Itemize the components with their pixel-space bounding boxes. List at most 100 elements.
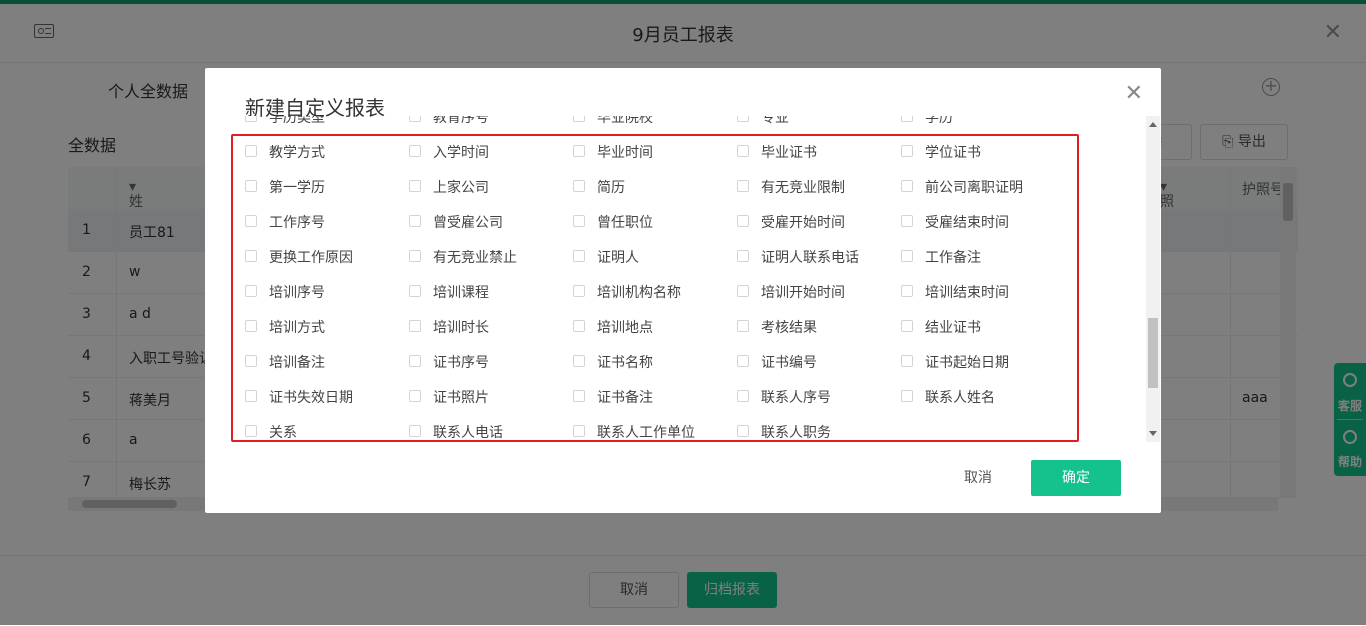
checkbox[interactable] [737, 320, 749, 332]
checkbox[interactable] [901, 145, 913, 157]
checkbox[interactable] [245, 285, 257, 297]
checkbox[interactable] [737, 145, 749, 157]
checkbox[interactable] [245, 320, 257, 332]
checkbox[interactable] [901, 320, 913, 332]
checkbox-label: 工作序号 [269, 215, 325, 231]
checkbox[interactable] [573, 116, 585, 122]
checkbox[interactable] [409, 355, 421, 367]
dialog-cancel-button[interactable]: 取消 [945, 460, 1011, 496]
dialog-confirm-button[interactable]: 确定 [1031, 460, 1121, 496]
checkbox[interactable] [573, 390, 585, 402]
checkbox[interactable] [245, 180, 257, 192]
checkbox[interactable] [737, 390, 749, 402]
checkbox[interactable] [245, 390, 257, 402]
checkbox-label: 联系人电话 [433, 425, 503, 441]
checkbox-label: 更换工作原因 [269, 250, 353, 266]
checkbox-label: 联系人工作单位 [597, 425, 695, 441]
checkbox[interactable] [245, 250, 257, 262]
checkbox-label: 教学方式 [269, 145, 325, 161]
checkbox[interactable] [901, 355, 913, 367]
field-row: 更换工作原因 有无竞业禁止 证明人 证明人联系电话 工作备注 [235, 241, 1145, 276]
checkbox[interactable] [245, 355, 257, 367]
checkbox[interactable] [245, 145, 257, 157]
checkbox[interactable] [901, 285, 913, 297]
checkbox-label: 学历 [925, 116, 953, 126]
checkbox[interactable] [573, 285, 585, 297]
checkbox[interactable] [737, 355, 749, 367]
checkbox[interactable] [737, 116, 749, 122]
checkbox-label: 毕业时间 [597, 145, 653, 161]
checkbox-label: 关系 [269, 425, 297, 441]
checkbox-label: 结业证书 [925, 320, 981, 336]
checkbox[interactable] [573, 145, 585, 157]
checkbox[interactable] [245, 116, 257, 122]
field-row: 培训方式 培训时长 培训地点 考核结果 结业证书 [235, 311, 1145, 346]
checkbox[interactable] [901, 180, 913, 192]
checkbox-label: 培训备注 [269, 355, 325, 371]
scroll-down-arrow-icon[interactable] [1149, 431, 1157, 436]
field-row: 学历类型 教育序号 毕业院校 专业 学历 [235, 116, 1145, 136]
field-row: 关系 联系人电话 联系人工作单位 联系人职务 [235, 416, 1145, 442]
checkbox[interactable] [245, 215, 257, 227]
checkbox[interactable] [737, 285, 749, 297]
checkbox[interactable] [409, 390, 421, 402]
checkbox-label: 培训方式 [269, 320, 325, 336]
field-row: 培训序号 培训课程 培训机构名称 培训开始时间 培训结束时间 [235, 276, 1145, 311]
checkbox[interactable] [573, 355, 585, 367]
checkbox-label: 前公司离职证明 [925, 180, 1023, 196]
checkbox[interactable] [409, 320, 421, 332]
checkbox-label: 考核结果 [761, 320, 817, 336]
scroll-up-arrow-icon[interactable] [1149, 122, 1157, 127]
checkbox[interactable] [901, 390, 913, 402]
checkbox-label: 毕业证书 [761, 145, 817, 161]
checkbox-label: 入学时间 [433, 145, 489, 161]
checkbox-label: 证书编号 [761, 355, 817, 371]
checkbox-label: 证书失效日期 [269, 390, 353, 406]
scrollbar-thumb[interactable] [1148, 318, 1158, 388]
field-row: 培训备注 证书序号 证书名称 证书编号 证书起始日期 [235, 346, 1145, 381]
checkbox-label: 培训地点 [597, 320, 653, 336]
checkbox[interactable] [409, 425, 421, 437]
checkbox[interactable] [409, 116, 421, 122]
checkbox[interactable] [409, 250, 421, 262]
checkbox[interactable] [737, 215, 749, 227]
checkbox[interactable] [573, 250, 585, 262]
custom-report-dialog: 新建自定义报表 ✕ 学历类型 教育序号 毕业院校 专业 学历 教学方式 入学时间 毕业时间 毕业… [205, 68, 1161, 513]
checkbox-label: 证书备注 [597, 390, 653, 406]
checkbox[interactable] [409, 145, 421, 157]
checkbox-label: 证书起始日期 [925, 355, 1009, 371]
checkbox-label: 受雇结束时间 [925, 215, 1009, 231]
checkbox[interactable] [737, 180, 749, 192]
checkbox-label: 专业 [761, 116, 789, 126]
checkbox[interactable] [737, 250, 749, 262]
checkbox[interactable] [573, 425, 585, 437]
checkbox-label: 联系人序号 [761, 390, 831, 406]
checkbox-label: 教育序号 [433, 116, 489, 126]
checkbox[interactable] [409, 180, 421, 192]
checkbox-label: 学位证书 [925, 145, 981, 161]
checkbox-label: 曾受雇公司 [433, 215, 503, 231]
field-checkbox-list: 学历类型 教育序号 毕业院校 专业 学历 教学方式 入学时间 毕业时间 毕业证书 学位证书 第一学历… [235, 116, 1145, 442]
checkbox-label: 有无竞业禁止 [433, 250, 517, 266]
checkbox-label: 有无竞业限制 [761, 180, 845, 196]
checkbox-label: 简历 [597, 180, 625, 196]
checkbox[interactable] [901, 116, 913, 122]
dialog-vertical-scrollbar[interactable] [1146, 116, 1160, 442]
checkbox[interactable] [573, 320, 585, 332]
checkbox[interactable] [573, 215, 585, 227]
checkbox[interactable] [409, 215, 421, 227]
checkbox-label: 证明人 [597, 250, 639, 266]
close-icon[interactable]: ✕ [1125, 82, 1143, 106]
checkbox-label: 曾任职位 [597, 215, 653, 231]
checkbox-label: 培训课程 [433, 285, 489, 301]
checkbox[interactable] [409, 285, 421, 297]
checkbox-label: 证书名称 [597, 355, 653, 371]
checkbox-label: 培训序号 [269, 285, 325, 301]
field-row: 证书失效日期 证书照片 证书备注 联系人序号 联系人姓名 [235, 381, 1145, 416]
field-row: 工作序号 曾受雇公司 曾任职位 受雇开始时间 受雇结束时间 [235, 206, 1145, 241]
checkbox[interactable] [901, 250, 913, 262]
checkbox[interactable] [901, 215, 913, 227]
checkbox[interactable] [573, 180, 585, 192]
checkbox[interactable] [737, 425, 749, 437]
checkbox[interactable] [245, 425, 257, 437]
